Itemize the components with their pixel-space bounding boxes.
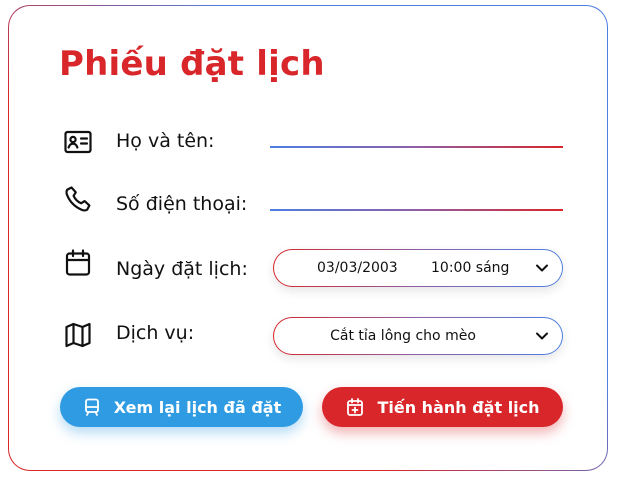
review-bookings-label: Xem lại lịch đã đặt bbox=[113, 397, 282, 417]
bus-icon bbox=[82, 397, 102, 417]
name-input[interactable] bbox=[270, 114, 567, 146]
date-time-select[interactable]: 03/03/2003 10:00 sáng bbox=[273, 249, 563, 287]
page-title: Phiếu đặt lịch bbox=[59, 44, 325, 84]
book-now-label: Tiến hành đặt lịch bbox=[377, 397, 540, 417]
service-label: Dịch vụ: bbox=[116, 322, 195, 344]
map-icon bbox=[63, 320, 93, 350]
calendar-icon bbox=[63, 248, 93, 278]
name-field-line bbox=[270, 114, 567, 148]
service-value: Cắt tỉa lông cho mèo bbox=[330, 328, 476, 344]
phone-field-line bbox=[270, 177, 567, 211]
phone-input[interactable] bbox=[270, 177, 567, 209]
id-card-icon bbox=[63, 127, 93, 157]
review-bookings-button[interactable]: Xem lại lịch đã đặt bbox=[60, 387, 303, 427]
service-select[interactable]: Cắt tỉa lông cho mèo bbox=[273, 317, 563, 355]
book-now-button[interactable]: Tiến hành đặt lịch bbox=[322, 387, 563, 427]
phone-icon bbox=[63, 184, 93, 214]
time-value: 10:00 sáng bbox=[431, 260, 510, 276]
chevron-down-icon bbox=[535, 329, 549, 343]
date-label: Ngày đặt lịch: bbox=[116, 258, 248, 280]
chevron-down-icon bbox=[535, 261, 549, 275]
calendar-plus-icon bbox=[345, 397, 365, 417]
date-value: 03/03/2003 bbox=[317, 260, 398, 276]
name-label: Họ và tên: bbox=[116, 130, 215, 152]
phone-label: Số điện thoại: bbox=[116, 193, 248, 215]
